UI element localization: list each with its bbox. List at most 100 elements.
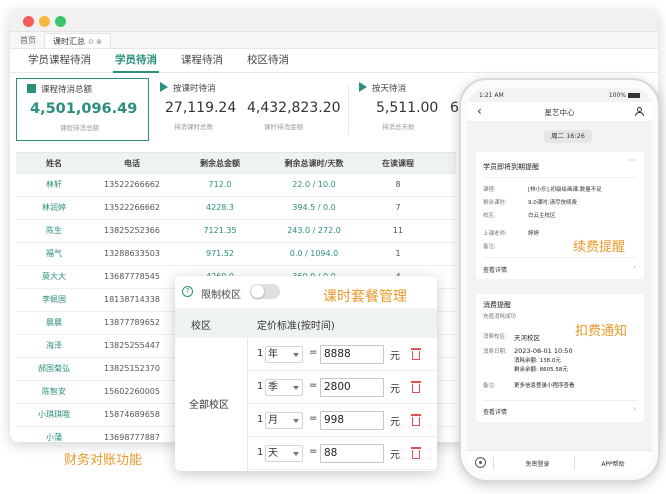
field-value: 剩余余额: 8605.58元 [514,367,568,373]
field-value: 白云主校区 [528,213,556,219]
field-label: 消费日期: [483,349,507,355]
col-courses[interactable]: 在读课程 [360,153,436,173]
cell-courses: 8 [395,180,401,189]
subtab-student-course[interactable]: 学员课程待消 [16,49,103,72]
price-input[interactable]: 88 [320,444,384,463]
help-icon[interactable]: ? [182,286,193,297]
minimize-window-button[interactable] [39,16,50,27]
tab-lesson-summary[interactable]: 课时汇总 ⊙ ⊗ [44,33,111,48]
battery-icon [628,93,640,98]
col-phone[interactable]: 电话 [92,153,172,173]
cell-name[interactable]: 晨晨 [16,312,92,334]
wallet-icon [27,84,36,93]
cell-name[interactable]: 陈生 [16,220,92,242]
cell-name[interactable]: 林轩 [16,174,92,196]
stat-label: 课时待消金额 [264,123,303,131]
user-icon[interactable] [635,107,644,116]
cell-phone: 13825152370 [104,364,160,373]
tab-close-icon[interactable]: ⊙ ⊗ [88,38,102,46]
cell-name[interactable]: 林润婷 [16,197,92,219]
cell-name[interactable]: 海泽 [16,335,92,357]
cell-name[interactable]: 李佩国 [16,289,92,311]
table-header: 姓名 电话 剩余总金额 剩余总课时/天数 在读课程 [16,152,456,174]
period-select[interactable]: 天 [265,445,303,462]
page-tab-bar: 首页 课时汇总 ⊙ ⊗ [10,32,658,49]
price-row: 1 季 = 2800 元 [249,371,437,404]
table-row[interactable]: 福气 13288633503 971.52 0.0 / 1094.0 1 [16,243,456,266]
view-details-link[interactable]: 查看详情 [483,407,507,416]
field-value: [林小乐],初级绘画课,数量不足 [528,187,602,193]
window-titlebar [10,10,658,32]
sub-tab-bar: 学员课程待消 学员待消 课程待消 校区待消 [10,49,658,73]
equals-sign: = [309,380,318,391]
package-mgmt-caption: 课时套餐管理 [323,289,407,305]
price-input[interactable]: 998 [320,411,384,430]
deduction-notice-card[interactable]: 消费提醒 充值消耗成功 消费校区: 天河校区 消费日期: 2023-08-01 10:… [476,294,644,422]
delete-icon[interactable] [411,348,421,360]
stat-value: 4,432,823.20 [247,100,341,116]
tab-home[interactable]: 首页 [12,33,44,48]
delete-icon[interactable] [411,414,421,426]
period-select[interactable]: 月 [265,412,303,429]
field-value: 9.0课时,请尽快续费 [528,200,577,206]
subtab-student[interactable]: 学员待消 [103,49,169,73]
subtab-course[interactable]: 课程待消 [169,49,235,72]
col-hours[interactable]: 剩余总课时/天数 [268,153,360,173]
cell-phone: 15602260005 [104,387,160,396]
arrow-right-icon [359,82,367,92]
cell-name[interactable]: 莫大大 [16,266,92,288]
card-title: 学员即将到期提醒 [483,163,539,171]
more-icon[interactable]: ··· [628,156,636,165]
stat-head: 按课时待消 [160,82,216,94]
renewal-reminder-card[interactable]: 学员即将到期提醒 ··· 课程: [林小乐],初级绘画课,数量不足 剩余课时: 9.0… [476,152,644,279]
equals-sign: = [309,347,318,358]
app-help-button[interactable]: APP帮助 [579,459,647,468]
cell-courses: 1 [395,249,401,258]
cell-name[interactable]: 小琪琪哦 [16,404,92,426]
cell-name[interactable]: 福气 [16,243,92,265]
quantity-label: 1 [257,381,264,392]
chevron-right-icon: › [633,263,636,271]
close-window-button[interactable] [23,16,34,27]
field-value: 婷婷 [528,231,540,237]
limit-campus-toggle[interactable] [250,284,280,299]
price-input[interactable]: 8888 [320,345,384,364]
delete-icon[interactable] [411,381,421,393]
subtab-campus[interactable]: 校区待消 [235,49,301,72]
cell-phone: 13825252366 [104,226,160,235]
cell-balance: 712.0 [208,180,232,189]
passwordless-login-button[interactable]: 免密登录 [505,459,570,468]
table-row[interactable]: 陈生 13825252366 7121.35 243.0 / 272.0 11 [16,220,456,243]
view-details-link[interactable]: 查看详情 [483,265,507,274]
col-balance[interactable]: 剩余总金额 [172,153,268,173]
col-name[interactable]: 姓名 [16,153,92,173]
cell-balance: 4228.3 [206,203,234,212]
cell-courses: 11 [392,226,404,235]
cell-name[interactable]: 小蒲 [16,427,92,442]
cell-phone: 13687778545 [104,272,160,281]
cell-name[interactable]: 陈智安 [16,381,92,403]
field-label: 校区: [483,213,496,219]
cell-hours: 243.0 / 272.0 [287,226,341,235]
card-divider [483,177,637,178]
phone-mockup: 1:21 AM 100% ‹ 星艺中心 周二 16:26 学员即将到期提醒 ··… [459,78,660,482]
cell-hours: 0.0 / 1094.0 [289,249,339,258]
table-row[interactable]: 林润婷 13522266662 4228.3 394.5 / 0.0 7 [16,197,456,220]
campus-cell: 全部校区 [175,338,248,471]
maximize-window-button[interactable] [55,16,66,27]
status-battery: 100% [609,92,640,99]
settings-icon[interactable] [475,457,486,468]
card-divider [483,257,637,258]
period-select[interactable]: 季 [265,379,303,396]
table-row[interactable]: 林轩 13522266662 712.0 22.0 / 10.0 8 [16,174,456,197]
quantity-label: 1 [257,447,264,458]
period-select[interactable]: 年 [265,346,303,363]
phone-bottom-bar: 免密登录 APP帮助 [467,450,652,474]
arrow-right-icon [160,82,168,92]
price-input[interactable]: 2800 [320,378,384,397]
delete-icon[interactable] [411,447,421,459]
cell-phone: 18138714338 [104,295,160,304]
cell-phone: 13522266662 [104,203,160,212]
cell-name[interactable]: 郝国菊弘 [16,358,92,380]
stat-card-total[interactable]: 课程待消总额 4,501,096.49 课程待消总额 [16,78,149,141]
